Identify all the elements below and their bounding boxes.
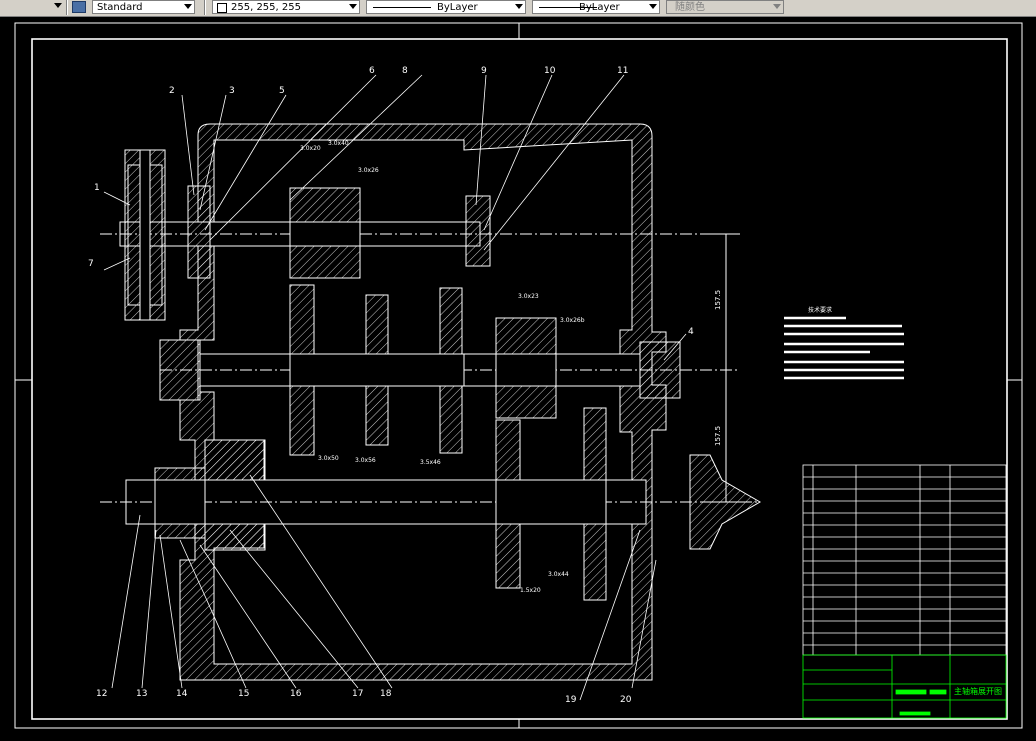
balloon-number: 6 (369, 66, 375, 76)
balloon-number: 11 (617, 66, 628, 76)
balloon-number: 19 (565, 695, 577, 705)
drawing-canvas[interactable]: 157.5 157.5 3.0x20 3.0x40 3.0x26 3.0x23 … (0, 16, 1036, 741)
balloon-number: 15 (238, 689, 249, 699)
parts-list (802, 464, 1007, 656)
gear-label: 3.0x50 (318, 455, 339, 462)
balloon-number: 14 (176, 689, 188, 699)
color-value: 255, 255, 255 (231, 2, 301, 13)
color-swatch-icon (217, 3, 227, 13)
plot-style-dropdown[interactable]: 随颜色 (666, 0, 784, 14)
balloon-number: 18 (380, 689, 392, 699)
chevron-down-icon (515, 4, 523, 9)
gear-label: 3.0x23 (518, 293, 539, 300)
layer-dropdown[interactable] (0, 0, 64, 14)
chevron-down-icon (349, 4, 357, 9)
toolbar-separator (204, 0, 206, 15)
chevron-down-icon (54, 3, 62, 8)
balloon-number: 13 (136, 689, 147, 699)
lineweight-value: ByLayer (579, 2, 620, 13)
gear-label: 3.0x20 (300, 145, 321, 152)
text-style-icon[interactable] (72, 1, 86, 13)
chevron-down-icon (184, 4, 192, 9)
drawing-title: 主轴箱展开图 (954, 686, 1002, 696)
text-style-value: Standard (97, 2, 143, 13)
balloon-number: 17 (352, 689, 363, 699)
gear-label: 3.0x56 (355, 457, 376, 464)
linetype-dropdown[interactable]: ByLayer (366, 0, 526, 14)
properties-toolbar: Standard 255, 255, 255 ByLayer ByLayer 随… (0, 0, 1036, 17)
chevron-down-icon (649, 4, 657, 9)
chevron-down-icon (773, 4, 781, 9)
notes-title: 技术要求 (808, 306, 832, 314)
balloon-number: 3 (229, 86, 235, 96)
balloon-number: 8 (402, 66, 408, 76)
title-block: 主轴箱展开图 (802, 654, 1007, 719)
balloon-number: 20 (620, 695, 632, 705)
gear-label: 3.5x46 (420, 459, 441, 466)
toolbar-separator (66, 0, 68, 15)
gear-label: 3.0x40 (328, 140, 349, 147)
gear-label: 3.0x26b (560, 317, 585, 324)
technical-notes: 技术要求 (784, 306, 904, 380)
balloon-number: 4 (688, 327, 694, 337)
text-style-dropdown[interactable]: Standard (92, 0, 195, 14)
linetype-value: ByLayer (437, 2, 478, 13)
gear-label: 3.0x26 (358, 167, 379, 174)
balloon-number: 2 (169, 86, 175, 96)
plot-style-value: 随颜色 (675, 2, 705, 13)
balloon-number: 7 (88, 259, 94, 269)
balloon-number: 5 (279, 86, 285, 96)
lineweight-dropdown[interactable]: ByLayer (532, 0, 660, 14)
balloon-number: 9 (481, 66, 487, 76)
balloon-number: 1 (94, 183, 100, 193)
balloon-number: 16 (290, 689, 302, 699)
dimension-upper: 157.5 (714, 290, 722, 310)
balloon-number: 10 (544, 66, 556, 76)
gear-label: 1.5x20 (520, 587, 541, 594)
color-dropdown[interactable]: 255, 255, 255 (212, 0, 360, 14)
dimensions: 157.5 157.5 (710, 233, 740, 503)
balloon-number: 12 (96, 689, 107, 699)
linetype-preview-icon (373, 7, 431, 8)
dimension-lower: 157.5 (714, 426, 722, 446)
gear-label: 3.0x44 (548, 571, 569, 578)
